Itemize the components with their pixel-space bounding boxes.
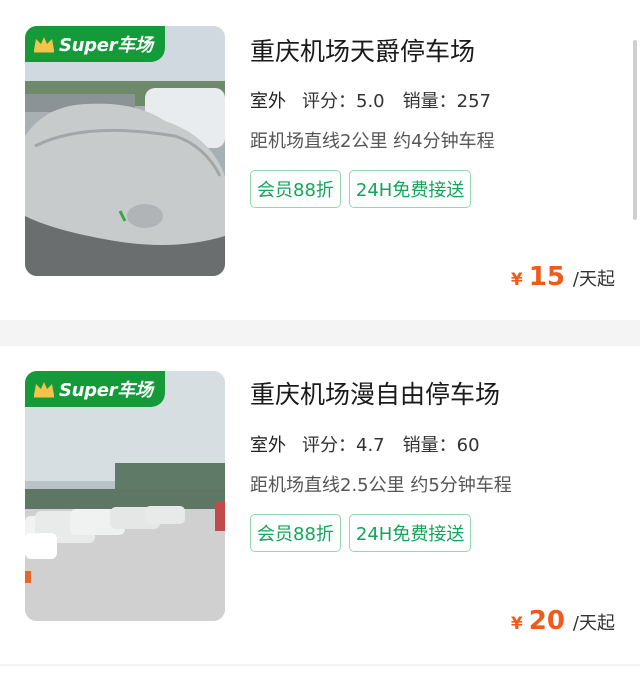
covered-car-photo [25, 26, 225, 276]
parking-lot-photo[interactable]: Super车场 [25, 371, 225, 621]
lot-price: ¥ 15 /天起 [511, 262, 615, 292]
tag-free-shuttle: 24H免费接送 [348, 514, 472, 552]
price-unit: /天起 [572, 613, 615, 634]
parking-lot-card-partial[interactable] [0, 666, 640, 679]
crown-icon [34, 382, 54, 398]
lot-price: ¥ 20 /天起 [511, 606, 615, 636]
lot-tags: 会员88折 24H免费接送 [250, 514, 472, 552]
currency-symbol: ¥ [510, 270, 523, 290]
parking-lot-card[interactable]: Super车场 重庆机场漫自由停车场 室外 评分：4.7 销量：60 距机场直线… [0, 346, 640, 664]
lot-rating: 评分：4.7 [302, 435, 385, 456]
price-unit: /天起 [572, 269, 615, 290]
lot-distance: 距机场直线2.5公里 约5分钟车程 [250, 475, 512, 496]
lot-type: 室外 [250, 87, 288, 117]
tag-member-discount: 会员88折 [250, 170, 341, 208]
lot-name[interactable]: 重庆机场漫自由停车场 [250, 375, 500, 411]
price-amount: 15 [528, 262, 565, 292]
lot-tags: 会员88折 24H免费接送 [250, 170, 472, 208]
tag-member-discount: 会员88折 [250, 514, 341, 552]
parking-lot-card[interactable]: Super车场 重庆机场天爵停车场 室外 评分：5.0 销量：257 距机场直线… [0, 0, 640, 320]
currency-symbol: ¥ [510, 614, 523, 634]
lot-type: 室外 [250, 431, 288, 461]
lot-distance: 距机场直线2公里 约4分钟车程 [250, 131, 495, 152]
badge-label: Super车场 [59, 380, 153, 401]
lot-sales: 销量：60 [402, 435, 480, 456]
tag-free-shuttle: 24H免费接送 [348, 170, 472, 208]
crown-icon [34, 37, 54, 53]
scrollbar[interactable] [633, 40, 637, 220]
super-lot-badge: Super车场 [25, 371, 165, 407]
lot-meta: 室外 评分：5.0 销量：257 [250, 87, 509, 117]
lot-meta: 室外 评分：4.7 销量：60 [250, 431, 498, 461]
super-lot-badge: Super车场 [25, 26, 165, 62]
parking-lot-photo [25, 371, 225, 621]
lot-rating: 评分：5.0 [302, 91, 385, 112]
badge-label: Super车场 [59, 35, 153, 56]
lot-sales: 销量：257 [402, 91, 491, 112]
parking-lot-photo[interactable]: Super车场 [25, 26, 225, 276]
price-amount: 20 [528, 606, 565, 636]
lot-name[interactable]: 重庆机场天爵停车场 [250, 32, 475, 68]
